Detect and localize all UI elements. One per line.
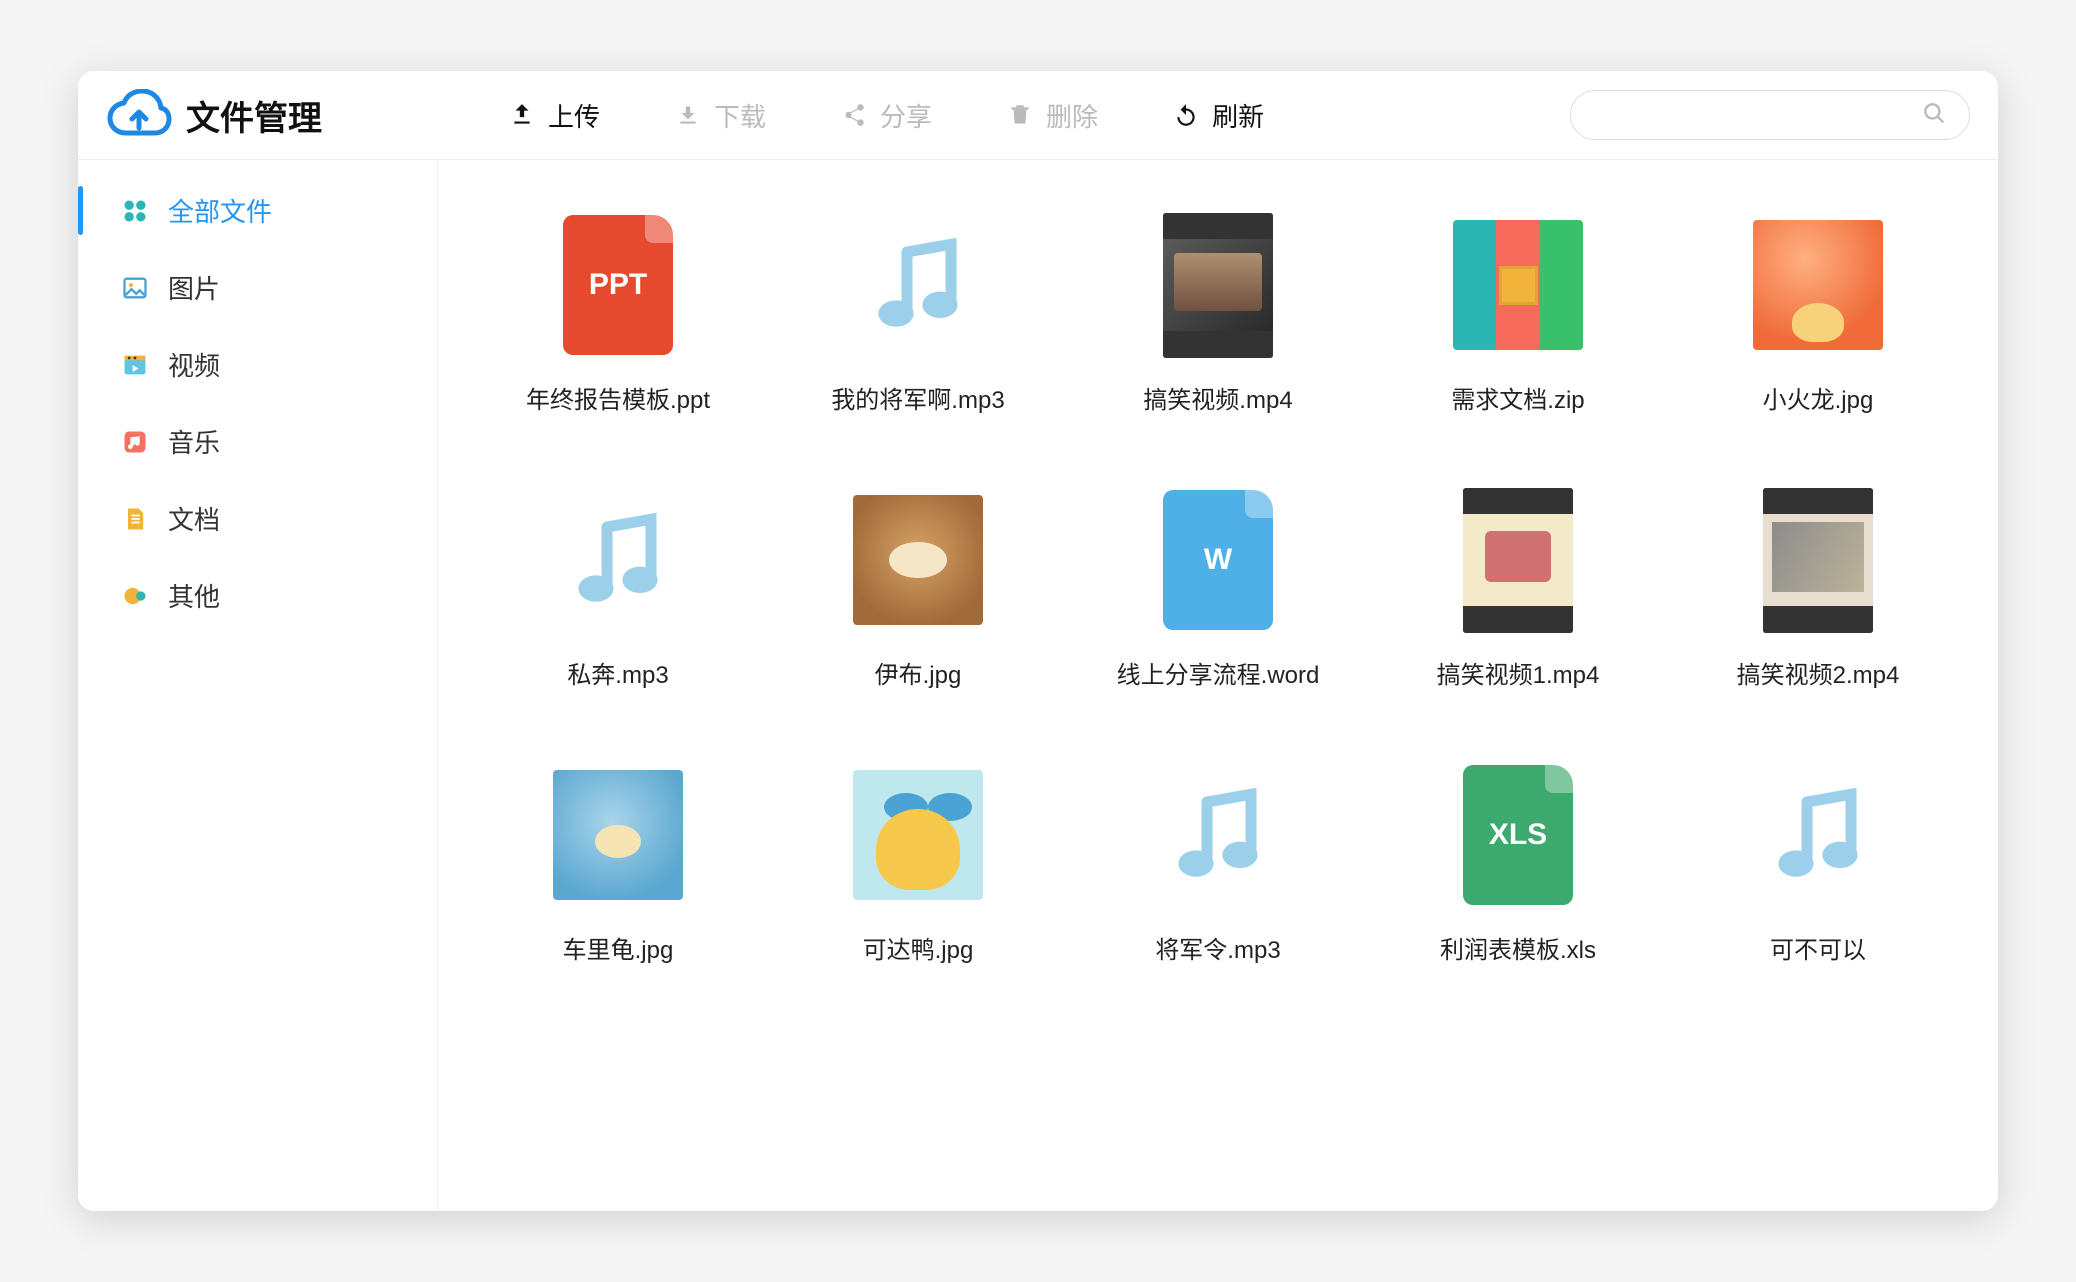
sidebar-item-docs[interactable]: 文档 xyxy=(78,480,437,557)
file-item[interactable]: 小火龙.jpg xyxy=(1678,210,1958,415)
video-icon xyxy=(120,350,150,380)
sidebar-item-label: 全部文件 xyxy=(168,192,272,229)
upload-label: 上传 xyxy=(548,97,600,134)
music-note-icon xyxy=(563,505,673,615)
sidebar-item-music[interactable]: 音乐 xyxy=(78,403,437,480)
sidebar-item-label: 文档 xyxy=(168,500,220,537)
share-label: 分享 xyxy=(880,97,932,134)
sidebar-item-label: 音乐 xyxy=(168,423,220,460)
file-name-label: 搞笑视频1.mp4 xyxy=(1437,655,1600,690)
share-icon xyxy=(840,101,868,129)
music-note-icon xyxy=(1163,780,1273,890)
file-item[interactable]: 需求文档.zip xyxy=(1378,210,1658,415)
sidebar-item-label: 视频 xyxy=(168,346,220,383)
file-thumbnail xyxy=(1143,210,1293,360)
file-item[interactable]: 搞笑视频1.mp4 xyxy=(1378,485,1658,690)
file-name-label: 小火龙.jpg xyxy=(1763,380,1874,415)
file-thumbnail xyxy=(1743,210,1893,360)
grid-icon xyxy=(120,196,150,226)
toolbar: 上传 下载 分享 删除 xyxy=(506,93,1266,138)
sidebar-item-all[interactable]: 全部文件 xyxy=(78,172,437,249)
upload-icon xyxy=(508,101,536,129)
sidebar-item-video[interactable]: 视频 xyxy=(78,326,437,403)
file-name-label: 伊布.jpg xyxy=(875,655,962,690)
file-name-label: 搞笑视频2.mp4 xyxy=(1737,655,1900,690)
app-title: 文件管理 xyxy=(186,91,322,140)
file-item[interactable]: 可达鸭.jpg xyxy=(778,760,1058,965)
file-thumbnail: XLS xyxy=(1443,760,1593,910)
download-icon xyxy=(674,101,702,129)
file-thumbnail xyxy=(1143,760,1293,910)
sidebar-item-label: 其他 xyxy=(168,577,220,614)
file-thumbnail xyxy=(843,210,993,360)
file-thumbnail: W xyxy=(1143,485,1293,635)
search-icon xyxy=(1921,100,1947,131)
file-thumbnail xyxy=(543,760,693,910)
search-box[interactable] xyxy=(1570,90,1970,140)
file-thumbnail xyxy=(1443,210,1593,360)
sidebar-item-other[interactable]: 其他 xyxy=(78,557,437,634)
header: 文件管理 上传 下载 分享 xyxy=(78,71,1998,160)
app-window: 文件管理 上传 下载 分享 xyxy=(78,71,1998,1211)
file-item[interactable]: 搞笑视频2.mp4 xyxy=(1678,485,1958,690)
file-item[interactable]: 我的将军啊.mp3 xyxy=(778,210,1058,415)
delete-label: 删除 xyxy=(1046,97,1098,134)
logo-area: 文件管理 xyxy=(106,89,426,141)
delete-button[interactable]: 删除 xyxy=(1004,93,1100,138)
music-icon xyxy=(120,427,150,457)
file-item[interactable]: 伊布.jpg xyxy=(778,485,1058,690)
file-name-label: 搞笑视频.mp4 xyxy=(1143,380,1292,415)
image-icon xyxy=(120,273,150,303)
file-name-label: 利润表模板.xls xyxy=(1440,930,1596,965)
file-name-label: 可达鸭.jpg xyxy=(863,930,974,965)
file-name-label: 我的将军啊.mp3 xyxy=(831,380,1004,415)
cloud-logo-icon xyxy=(106,89,172,141)
file-thumbnail xyxy=(1443,485,1593,635)
file-content[interactable]: PPT 年终报告模板.ppt 我的将军啊.mp3 搞笑视频.mp4 需求文档.zip 小火… xyxy=(438,160,1998,1211)
refresh-label: 刷新 xyxy=(1212,97,1264,134)
file-item[interactable]: W 线上分享流程.word xyxy=(1078,485,1358,690)
refresh-icon xyxy=(1172,101,1200,129)
sidebar: 全部文件 图片 视频 音乐 xyxy=(78,160,438,1211)
refresh-button[interactable]: 刷新 xyxy=(1170,93,1266,138)
body: 全部文件 图片 视频 音乐 xyxy=(78,160,1998,1211)
file-thumbnail xyxy=(1743,485,1893,635)
other-icon xyxy=(120,581,150,611)
file-grid: PPT 年终报告模板.ppt 我的将军啊.mp3 搞笑视频.mp4 需求文档.zip 小火… xyxy=(478,210,1958,965)
music-note-icon xyxy=(863,230,973,340)
file-item[interactable]: XLS 利润表模板.xls xyxy=(1378,760,1658,965)
download-button[interactable]: 下载 xyxy=(672,93,768,138)
file-name-label: 车里龟.jpg xyxy=(563,930,674,965)
file-name-label: 将军令.mp3 xyxy=(1155,930,1280,965)
file-thumbnail xyxy=(843,760,993,910)
trash-icon xyxy=(1006,101,1034,129)
download-label: 下载 xyxy=(714,97,766,134)
search-input[interactable] xyxy=(1593,104,1921,127)
file-name-label: 线上分享流程.word xyxy=(1117,655,1320,690)
sidebar-item-label: 图片 xyxy=(168,269,220,306)
file-thumbnail xyxy=(543,485,693,635)
file-item[interactable]: PPT 年终报告模板.ppt xyxy=(478,210,758,415)
file-name-label: 私奔.mp3 xyxy=(567,655,668,690)
file-item[interactable]: 可不可以 xyxy=(1678,760,1958,965)
file-name-label: 需求文档.zip xyxy=(1451,380,1584,415)
file-item[interactable]: 搞笑视频.mp4 xyxy=(1078,210,1358,415)
file-thumbnail xyxy=(1743,760,1893,910)
upload-button[interactable]: 上传 xyxy=(506,93,602,138)
music-note-icon xyxy=(1763,780,1873,890)
sidebar-item-images[interactable]: 图片 xyxy=(78,249,437,326)
file-item[interactable]: 私奔.mp3 xyxy=(478,485,758,690)
file-name-label: 年终报告模板.ppt xyxy=(526,380,710,415)
file-item[interactable]: 将军令.mp3 xyxy=(1078,760,1358,965)
file-item[interactable]: 车里龟.jpg xyxy=(478,760,758,965)
document-icon xyxy=(120,504,150,534)
file-thumbnail xyxy=(843,485,993,635)
share-button[interactable]: 分享 xyxy=(838,93,934,138)
file-thumbnail: PPT xyxy=(543,210,693,360)
file-name-label: 可不可以 xyxy=(1770,930,1866,965)
